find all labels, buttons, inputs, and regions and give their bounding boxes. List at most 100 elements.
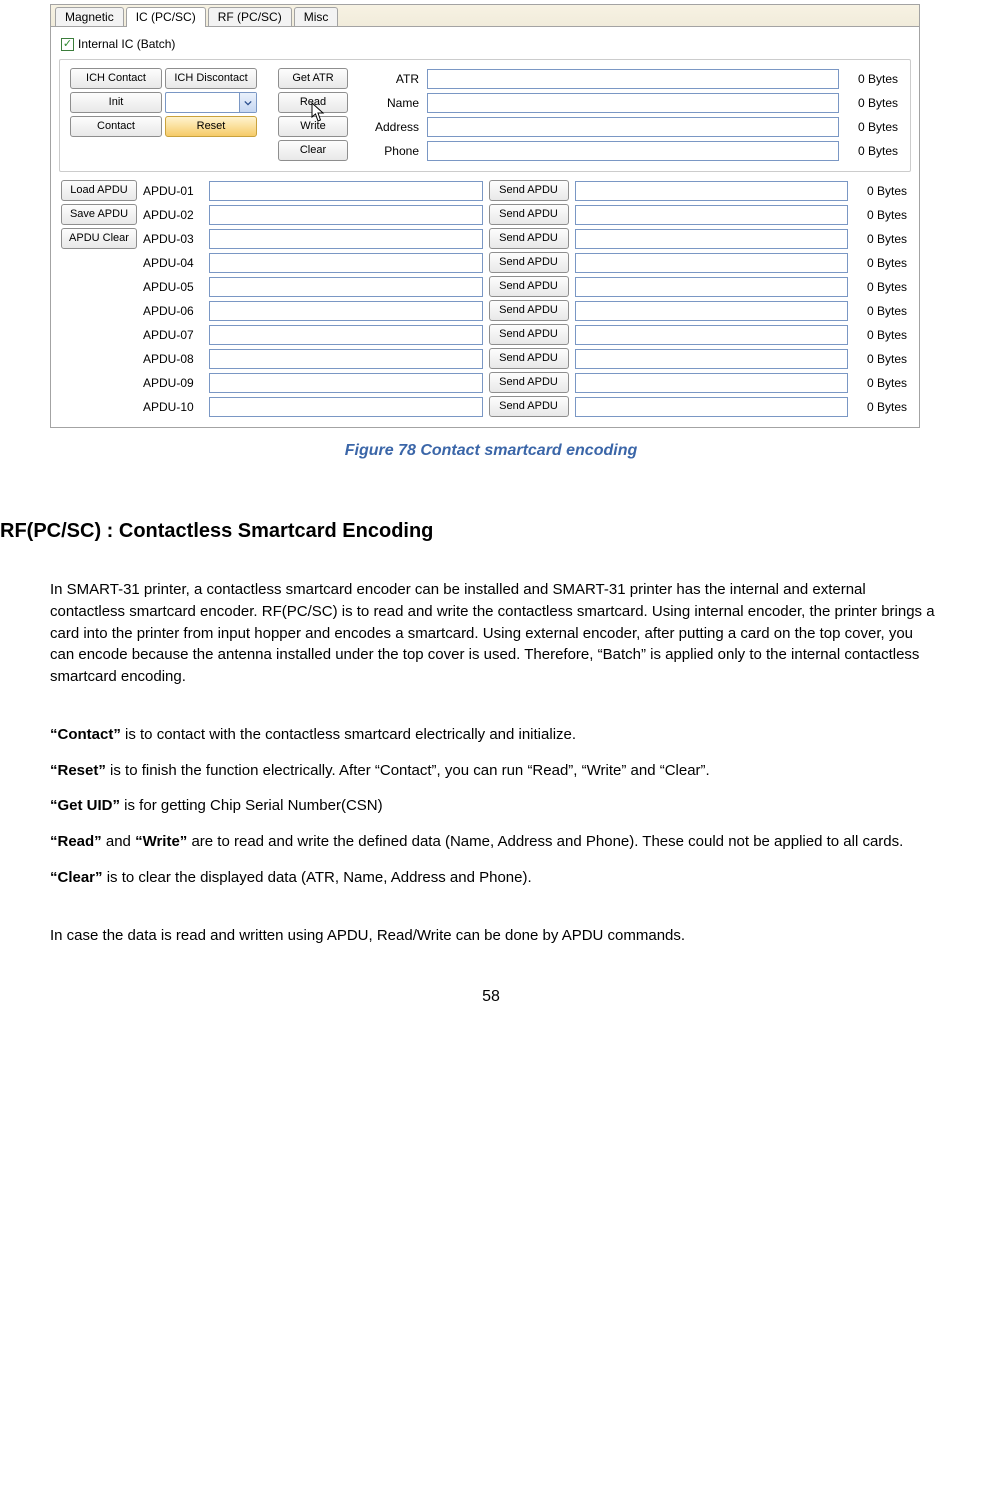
- check-icon: ✓: [61, 38, 74, 51]
- def-reset-term: “Reset”: [50, 762, 106, 779]
- section-heading: RF(PC/SC) : Contactless Smartcard Encodi…: [0, 520, 982, 543]
- apdu-label: APDU-09: [143, 376, 203, 390]
- apdu-input[interactable]: [209, 205, 483, 225]
- def-contact-term: “Contact”: [50, 726, 121, 743]
- apdu-bytes: 0 Bytes: [854, 328, 909, 342]
- apdu-label: APDU-04: [143, 256, 203, 270]
- fields-grid: ATR 0 Bytes Name 0 Bytes Address 0 Bytes…: [366, 68, 900, 161]
- apdu-left-button-1[interactable]: Save APDU: [61, 204, 137, 225]
- send-apdu-button[interactable]: Send APDU: [489, 324, 569, 345]
- apdu-result[interactable]: [575, 349, 849, 369]
- apdu-grid: Load APDU APDU-01 Send APDU 0 Bytes Save APD…: [59, 178, 911, 419]
- apdu-input[interactable]: [209, 301, 483, 321]
- atr-input[interactable]: [427, 69, 839, 89]
- apdu-bytes: 0 Bytes: [854, 280, 909, 294]
- apdu-result[interactable]: [575, 205, 849, 225]
- send-apdu-button[interactable]: Send APDU: [489, 252, 569, 273]
- apdu-paragraph: In case the data is read and written usi…: [50, 925, 935, 947]
- ich-contact-button[interactable]: ICH Contact: [70, 68, 162, 89]
- tab-magnetic[interactable]: Magnetic: [55, 7, 124, 26]
- apdu-bytes: 0 Bytes: [854, 256, 909, 270]
- def-read-write: “Read” and “Write” are to read and write…: [50, 831, 935, 853]
- def-clear: “Clear” is to clear the displayed data (…: [50, 867, 935, 889]
- apdu-result[interactable]: [575, 301, 849, 321]
- atr-bytes: 0 Bytes: [845, 72, 900, 86]
- address-label: Address: [366, 120, 421, 134]
- apdu-result[interactable]: [575, 181, 849, 201]
- reset-button[interactable]: Reset: [165, 116, 257, 137]
- internal-ic-checkbox[interactable]: ✓ Internal IC (Batch): [61, 37, 175, 51]
- phone-bytes: 0 Bytes: [845, 144, 900, 158]
- name-input[interactable]: [427, 93, 839, 113]
- apdu-label: APDU-07: [143, 328, 203, 342]
- apdu-input[interactable]: [209, 373, 483, 393]
- apdu-left-button-2[interactable]: APDU Clear: [61, 228, 137, 249]
- tab-body: ✓ Internal IC (Batch) ICH Contact ICH Di…: [51, 27, 919, 427]
- tab-rf-pcsc[interactable]: RF (PC/SC): [208, 7, 292, 26]
- apdu-input[interactable]: [209, 397, 483, 417]
- cursor-icon: [311, 102, 327, 124]
- address-bytes: 0 Bytes: [845, 120, 900, 134]
- apdu-label: APDU-02: [143, 208, 203, 222]
- apdu-result[interactable]: [575, 325, 849, 345]
- send-apdu-button[interactable]: Send APDU: [489, 372, 569, 393]
- send-apdu-button[interactable]: Send APDU: [489, 228, 569, 249]
- send-apdu-button[interactable]: Send APDU: [489, 204, 569, 225]
- apdu-result[interactable]: [575, 229, 849, 249]
- page-number: 58: [0, 988, 982, 1006]
- apdu-result[interactable]: [575, 253, 849, 273]
- apdu-bytes: 0 Bytes: [854, 232, 909, 246]
- phone-label: Phone: [366, 144, 421, 158]
- phone-input[interactable]: [427, 141, 839, 161]
- chevron-down-icon: [239, 93, 256, 112]
- ich-discontact-button[interactable]: ICH Discontact: [165, 68, 257, 89]
- apdu-input[interactable]: [209, 277, 483, 297]
- apdu-input[interactable]: [209, 349, 483, 369]
- def-reset: “Reset” is to finish the function electr…: [50, 760, 935, 782]
- left-button-grid: ICH Contact ICH Discontact Init Contact …: [70, 68, 260, 161]
- apdu-label: APDU-10: [143, 400, 203, 414]
- tab-strip: Magnetic IC (PC/SC) RF (PC/SC) Misc: [51, 5, 919, 27]
- apdu-bytes: 0 Bytes: [854, 208, 909, 222]
- apdu-input[interactable]: [209, 229, 483, 249]
- contact-button[interactable]: Contact: [70, 116, 162, 137]
- def-clear-text: is to clear the displayed data (ATR, Nam…: [103, 869, 532, 886]
- def-reset-text: is to finish the function electrically. …: [106, 762, 710, 779]
- send-apdu-button[interactable]: Send APDU: [489, 348, 569, 369]
- apdu-input[interactable]: [209, 181, 483, 201]
- send-apdu-button[interactable]: Send APDU: [489, 396, 569, 417]
- app-panel: Magnetic IC (PC/SC) RF (PC/SC) Misc ✓ In…: [50, 4, 920, 428]
- tab-ic-pcsc[interactable]: IC (PC/SC): [126, 7, 206, 27]
- top-group: ICH Contact ICH Discontact Init Contact …: [59, 59, 911, 172]
- apdu-result[interactable]: [575, 397, 849, 417]
- def-contact-text: is to contact with the contactless smart…: [121, 726, 576, 743]
- apdu-bytes: 0 Bytes: [854, 400, 909, 414]
- def-clear-term: “Clear”: [50, 869, 103, 886]
- send-apdu-button[interactable]: Send APDU: [489, 180, 569, 201]
- apdu-input[interactable]: [209, 325, 483, 345]
- init-button[interactable]: Init: [70, 92, 162, 113]
- address-input[interactable]: [427, 117, 839, 137]
- document-body: In SMART-31 printer, a contactless smart…: [0, 579, 935, 946]
- def-and: and: [102, 833, 135, 850]
- init-combo[interactable]: [165, 92, 257, 113]
- apdu-label: APDU-01: [143, 184, 203, 198]
- apdu-input[interactable]: [209, 253, 483, 273]
- apdu-bytes: 0 Bytes: [854, 352, 909, 366]
- def-getuid: “Get UID” is for getting Chip Serial Num…: [50, 795, 935, 817]
- get-atr-button[interactable]: Get ATR: [278, 68, 348, 89]
- apdu-result[interactable]: [575, 277, 849, 297]
- apdu-left-button-0[interactable]: Load APDU: [61, 180, 137, 201]
- apdu-label: APDU-06: [143, 304, 203, 318]
- clear-button[interactable]: Clear: [278, 140, 348, 161]
- apdu-result[interactable]: [575, 373, 849, 393]
- apdu-bytes: 0 Bytes: [854, 304, 909, 318]
- intro-paragraph: In SMART-31 printer, a contactless smart…: [50, 579, 935, 688]
- send-apdu-button[interactable]: Send APDU: [489, 276, 569, 297]
- name-label: Name: [366, 96, 421, 110]
- checkbox-label: Internal IC (Batch): [78, 37, 175, 51]
- def-write-term: “Write”: [135, 833, 187, 850]
- def-contact: “Contact” is to contact with the contact…: [50, 724, 935, 746]
- tab-misc[interactable]: Misc: [294, 7, 339, 26]
- send-apdu-button[interactable]: Send APDU: [489, 300, 569, 321]
